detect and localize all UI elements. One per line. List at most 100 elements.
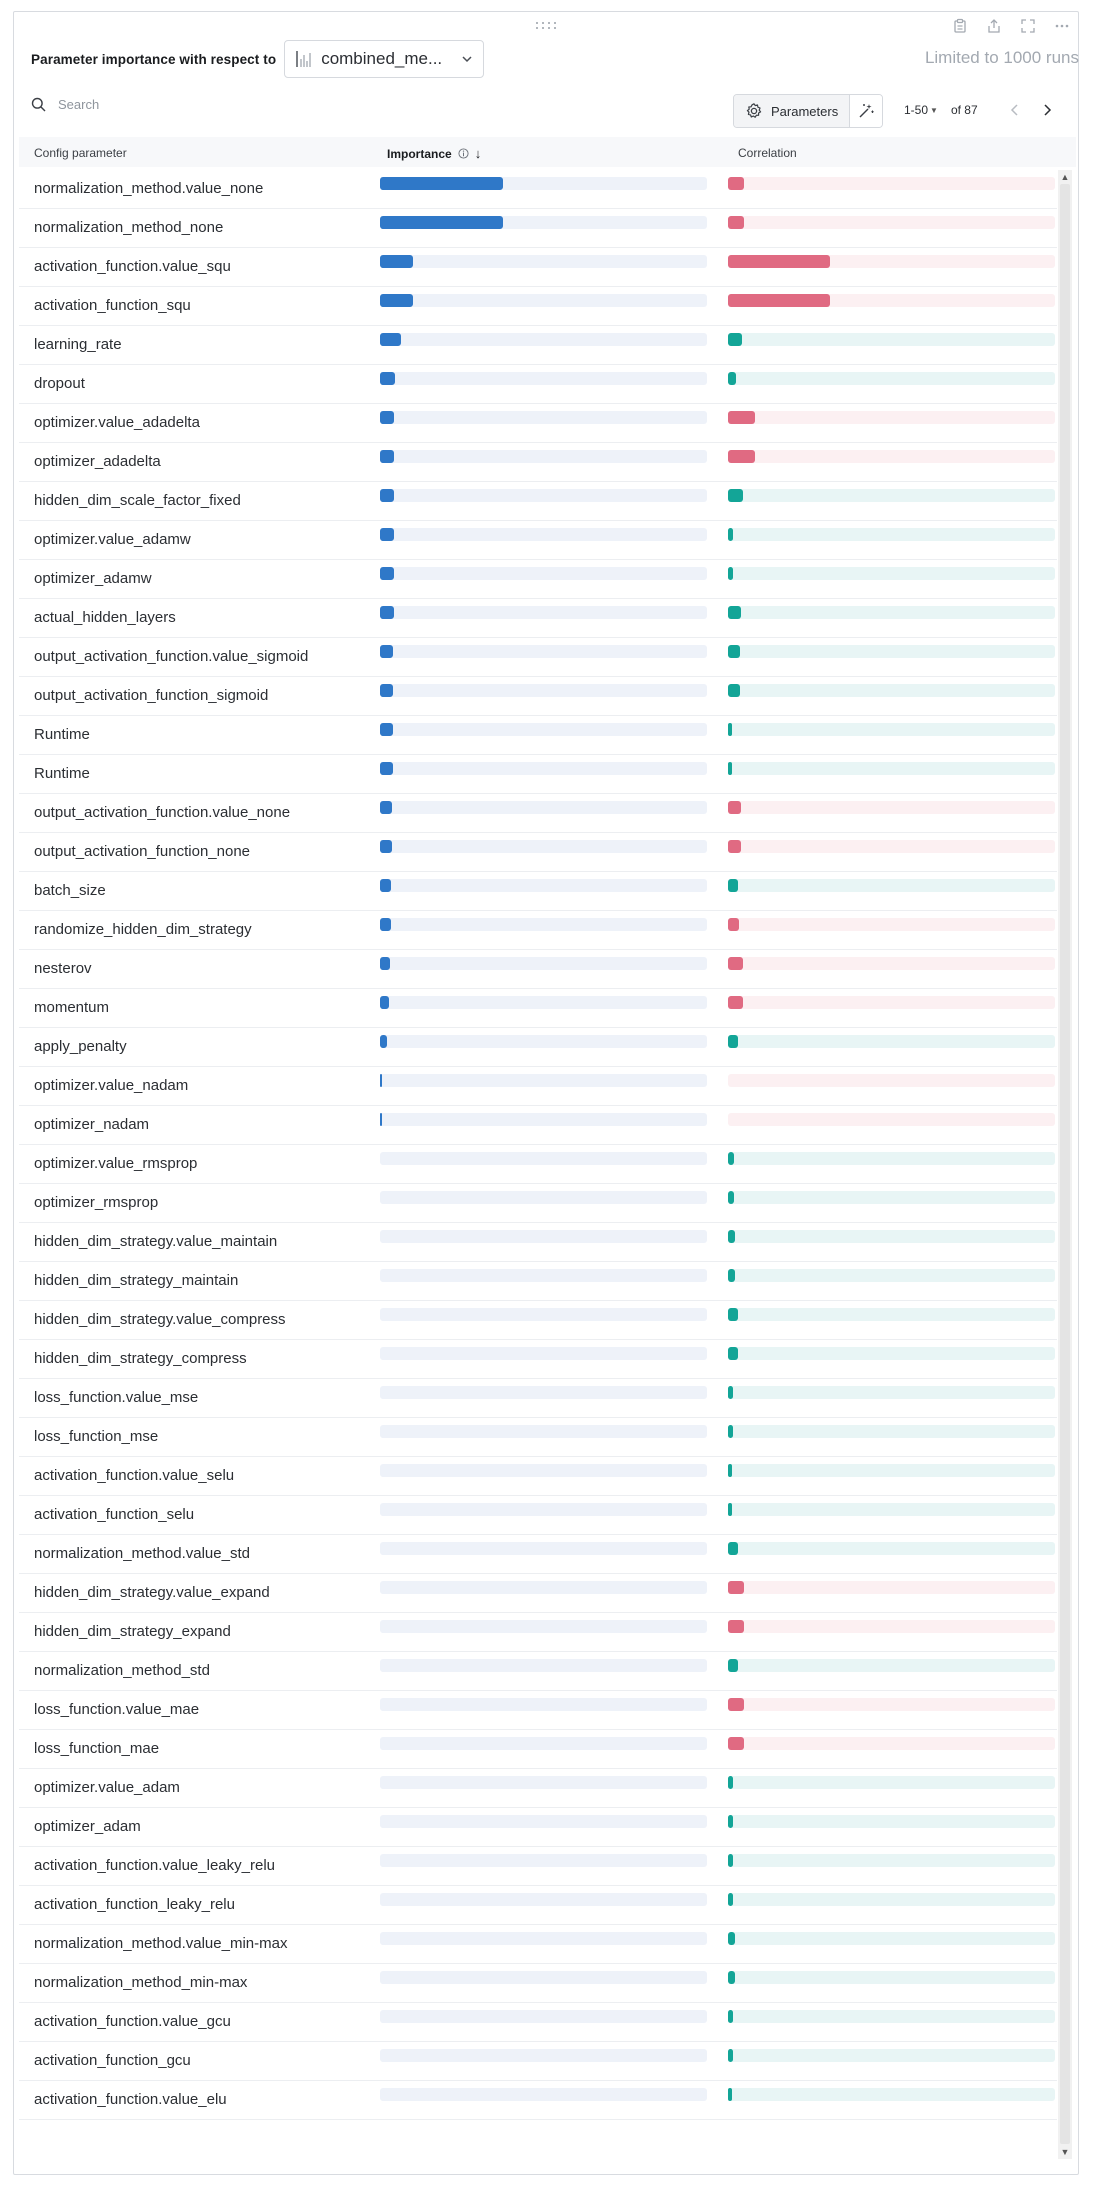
- table-row[interactable]: optimizer_nadam: [19, 1106, 1057, 1145]
- table-row[interactable]: hidden_dim_strategy_maintain: [19, 1262, 1057, 1301]
- table-row[interactable]: hidden_dim_strategy.value_expand: [19, 1574, 1057, 1613]
- table-row[interactable]: normalization_method.value_std: [19, 1535, 1057, 1574]
- next-page-button[interactable]: [1038, 100, 1056, 120]
- correlation-track: [728, 1152, 1055, 1165]
- table-row[interactable]: activation_function.value_squ: [19, 248, 1057, 287]
- correlation-bar: [728, 645, 741, 658]
- table-row[interactable]: optimizer_adadelta: [19, 443, 1057, 482]
- previous-page-button[interactable]: [1006, 100, 1024, 120]
- parameters-button[interactable]: Parameters: [734, 95, 850, 127]
- table-row[interactable]: hidden_dim_strategy_compress: [19, 1340, 1057, 1379]
- table-row[interactable]: Runtime: [19, 716, 1057, 755]
- correlation-bar: [728, 450, 756, 463]
- table-row[interactable]: loss_function.value_mae: [19, 1691, 1057, 1730]
- correlation-bar: [728, 723, 733, 736]
- table-row[interactable]: momentum: [19, 989, 1057, 1028]
- table-row[interactable]: Runtime: [19, 755, 1057, 794]
- scroll-down-icon[interactable]: ▼: [1060, 2147, 1070, 2157]
- correlation-track: [728, 1698, 1055, 1711]
- table-row[interactable]: nesterov: [19, 950, 1057, 989]
- table-row[interactable]: optimizer_adamw: [19, 560, 1057, 599]
- parameter-name: optimizer_adamw: [34, 570, 152, 587]
- table-row[interactable]: dropout: [19, 365, 1057, 404]
- magic-wand-button[interactable]: [849, 95, 883, 127]
- table-row[interactable]: optimizer_rmsprop: [19, 1184, 1057, 1223]
- more-icon[interactable]: [1053, 18, 1071, 36]
- page-size-select[interactable]: 1-50 ▼: [904, 103, 938, 117]
- table-row[interactable]: optimizer.value_adadelta: [19, 404, 1057, 443]
- scrollbar-thumb[interactable]: [1060, 184, 1070, 2144]
- table-row[interactable]: hidden_dim_strategy.value_maintain: [19, 1223, 1057, 1262]
- importance-track: [380, 1035, 707, 1048]
- table-scrollbar[interactable]: ▲ ▼: [1058, 170, 1072, 2159]
- importance-bar: [380, 996, 390, 1009]
- table-row[interactable]: normalization_method_none: [19, 209, 1057, 248]
- table-row[interactable]: output_activation_function.value_sigmoid: [19, 638, 1057, 677]
- importance-header-label: Importance: [387, 146, 452, 161]
- correlation-track: [728, 840, 1055, 853]
- parameter-name: batch_size: [34, 882, 106, 899]
- table-row[interactable]: normalization_method_std: [19, 1652, 1057, 1691]
- search-icon: [31, 97, 46, 112]
- correlation-header[interactable]: Correlation: [738, 146, 797, 160]
- table-row[interactable]: normalization_method_min-max: [19, 1964, 1057, 2003]
- table-row[interactable]: hidden_dim_scale_factor_fixed: [19, 482, 1057, 521]
- info-icon[interactable]: [458, 148, 469, 159]
- metric-select[interactable]: combined_me...: [284, 40, 485, 78]
- table-row[interactable]: activation_function_leaky_relu: [19, 1886, 1057, 1925]
- importance-track: [380, 1464, 707, 1477]
- table-row[interactable]: activation_function.value_gcu: [19, 2003, 1057, 2042]
- parameter-name: hidden_dim_strategy.value_expand: [34, 1584, 270, 1601]
- correlation-track: [728, 1581, 1055, 1594]
- correlation-track: [728, 294, 1055, 307]
- table-row[interactable]: optimizer.value_adam: [19, 1769, 1057, 1808]
- table-row[interactable]: output_activation_function_none: [19, 833, 1057, 872]
- importance-bar: [380, 645, 394, 658]
- table-row[interactable]: normalization_method.value_min-max: [19, 1925, 1057, 1964]
- correlation-bar: [728, 1035, 738, 1048]
- table-row[interactable]: optimizer.value_nadam: [19, 1067, 1057, 1106]
- table-row[interactable]: activation_function.value_leaky_relu: [19, 1847, 1057, 1886]
- importance-track: [380, 1659, 707, 1672]
- table-row[interactable]: output_activation_function_sigmoid: [19, 677, 1057, 716]
- correlation-track: [728, 1074, 1055, 1087]
- sort-descending-icon[interactable]: ↓: [475, 146, 482, 161]
- importance-track: [380, 1152, 707, 1165]
- table-row[interactable]: output_activation_function.value_none: [19, 794, 1057, 833]
- table-row[interactable]: normalization_method.value_none: [19, 170, 1057, 209]
- table-row[interactable]: hidden_dim_strategy.value_compress: [19, 1301, 1057, 1340]
- fullscreen-icon[interactable]: [1019, 18, 1037, 36]
- share-icon[interactable]: [985, 18, 1003, 36]
- table-row[interactable]: learning_rate: [19, 326, 1057, 365]
- scroll-up-icon[interactable]: ▲: [1060, 172, 1070, 182]
- config-parameter-header[interactable]: Config parameter: [34, 146, 127, 160]
- importance-track: [380, 918, 707, 931]
- correlation-bar: [728, 177, 744, 190]
- parameter-name: optimizer.value_rmsprop: [34, 1155, 198, 1172]
- table-row[interactable]: activation_function.value_elu: [19, 2081, 1057, 2120]
- table-row[interactable]: activation_function_gcu: [19, 2042, 1057, 2081]
- table-row[interactable]: optimizer_adam: [19, 1808, 1057, 1847]
- table-row[interactable]: optimizer.value_rmsprop: [19, 1145, 1057, 1184]
- correlation-track: [728, 411, 1055, 424]
- table-row[interactable]: batch_size: [19, 872, 1057, 911]
- correlation-track: [728, 567, 1055, 580]
- table-row[interactable]: hidden_dim_strategy_expand: [19, 1613, 1057, 1652]
- table-row[interactable]: activation_function.value_selu: [19, 1457, 1057, 1496]
- importance-track: [380, 1542, 707, 1555]
- table-row[interactable]: actual_hidden_layers: [19, 599, 1057, 638]
- table-row[interactable]: activation_function_squ: [19, 287, 1057, 326]
- importance-header[interactable]: Importance ↓: [387, 146, 481, 161]
- parameter-table-body: normalization_method.value_none normaliza…: [19, 170, 1057, 2120]
- table-row[interactable]: loss_function_mse: [19, 1418, 1057, 1457]
- table-row[interactable]: loss_function.value_mse: [19, 1379, 1057, 1418]
- drag-handle-icon[interactable]: [536, 22, 560, 32]
- search-input[interactable]: [56, 96, 360, 113]
- correlation-track: [728, 489, 1055, 502]
- table-row[interactable]: apply_penalty: [19, 1028, 1057, 1067]
- clipboard-icon[interactable]: [951, 18, 969, 36]
- table-row[interactable]: activation_function_selu: [19, 1496, 1057, 1535]
- table-row[interactable]: optimizer.value_adamw: [19, 521, 1057, 560]
- table-row[interactable]: randomize_hidden_dim_strategy: [19, 911, 1057, 950]
- table-row[interactable]: loss_function_mae: [19, 1730, 1057, 1769]
